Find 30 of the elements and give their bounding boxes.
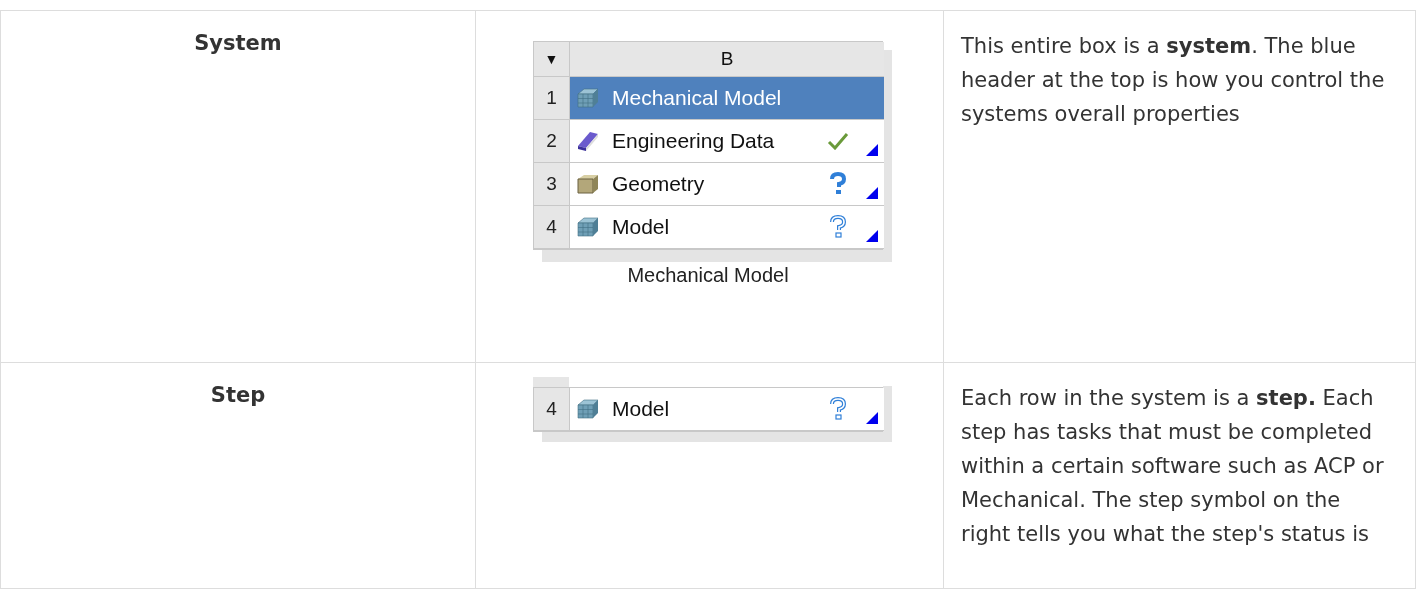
step-row[interactable]: Engineering Data (570, 120, 884, 163)
row-number: 2 (534, 120, 570, 163)
box-icon (576, 173, 600, 195)
description-text: This entire box is a system. The blue header at the top is how you control the systems overall properties (961, 33, 1386, 128)
book-icon (576, 130, 600, 152)
check-icon (827, 132, 849, 150)
column-header: B (570, 42, 884, 77)
menu-toggle[interactable]: ▼ (534, 42, 570, 77)
corner-triangle-icon (866, 230, 878, 242)
row-number: 1 (534, 77, 570, 120)
cube-grid-icon (576, 398, 600, 420)
step-row[interactable]: Mechanical Model (570, 77, 884, 120)
cube-grid-icon (576, 216, 600, 238)
corner-triangle-icon (866, 144, 878, 156)
row-number: 4 (534, 388, 570, 431)
cube-grid-icon (576, 87, 600, 109)
step-row[interactable]: Model (570, 206, 884, 249)
corner-triangle-icon (866, 187, 878, 199)
step-row[interactable]: Model (570, 388, 884, 431)
term-label: System (194, 31, 282, 57)
description-text: Each row in the system is a step. Each step has tasks that must be completed within a certain software such as ACP or Mechanical. The step symbol on the right tells you what the step's status is (961, 385, 1385, 548)
row-number: 3 (534, 163, 570, 206)
row-number: 4 (534, 206, 570, 249)
term-label: Step (210, 383, 266, 409)
question-icon (828, 215, 848, 239)
corner-triangle-icon (866, 412, 878, 424)
question-icon (828, 172, 848, 196)
question-icon (828, 397, 848, 421)
system-caption: Mechanical Model (626, 264, 790, 287)
step-row[interactable]: Geometry (570, 163, 884, 206)
